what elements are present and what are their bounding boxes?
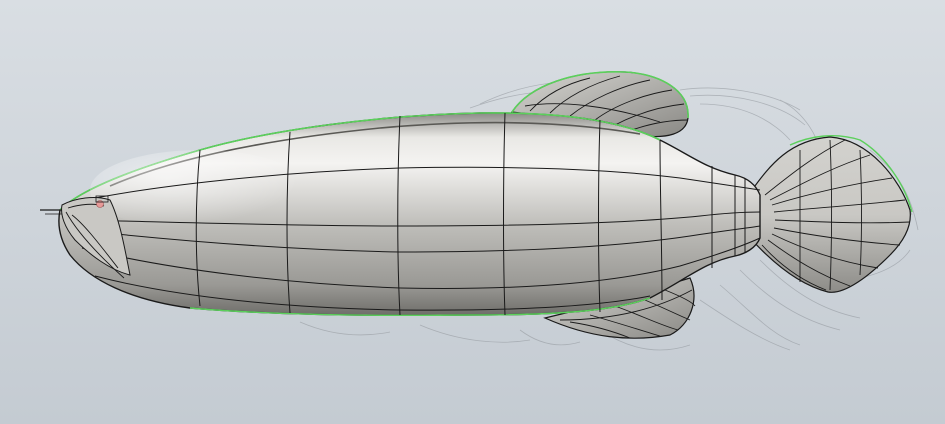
eye-marker (96, 200, 104, 208)
cad-viewport[interactable] (0, 0, 945, 424)
model-canvas (0, 0, 945, 424)
